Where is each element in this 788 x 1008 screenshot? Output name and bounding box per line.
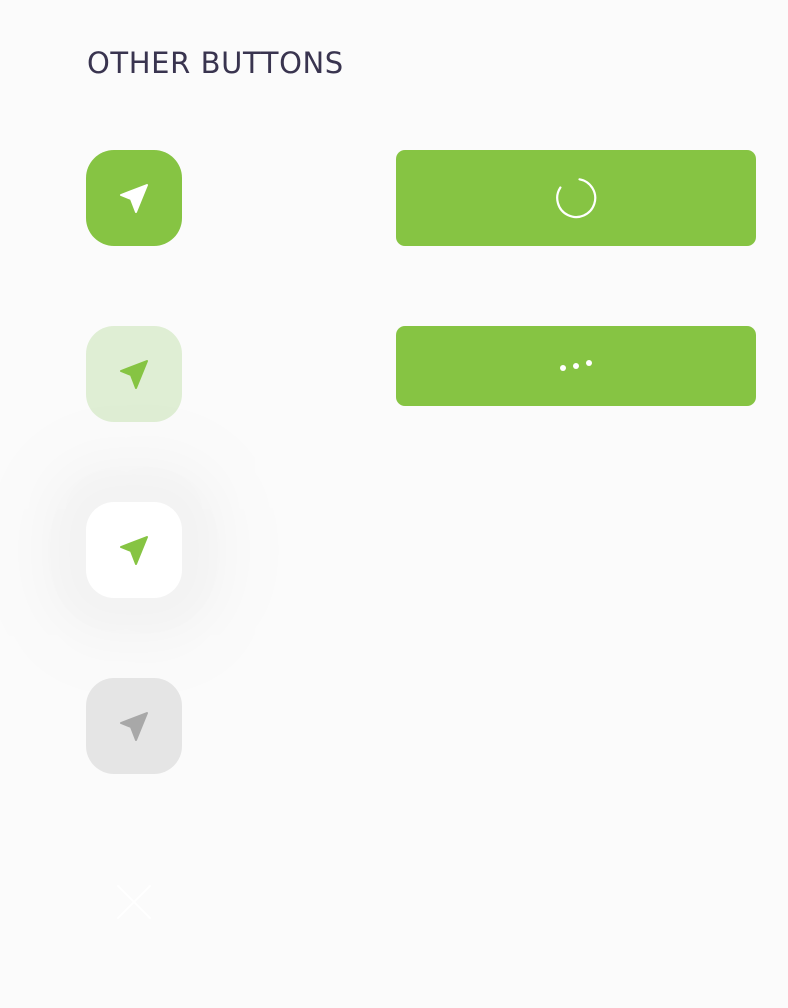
navigation-arrow-icon [120, 536, 148, 565]
send-button-primary[interactable] [86, 150, 182, 246]
navigation-arrow-icon [120, 184, 148, 213]
processing-button[interactable] [396, 326, 756, 406]
close-icon [117, 885, 151, 919]
close-button[interactable] [86, 854, 182, 950]
navigation-arrow-icon [120, 712, 148, 741]
send-button-white[interactable] [86, 502, 182, 598]
navigation-arrow-icon [120, 360, 148, 389]
loading-spinner-icon [556, 178, 597, 219]
send-button-disabled [86, 678, 182, 774]
ellipsis-dots-icon [560, 360, 592, 371]
loading-button[interactable] [396, 150, 756, 246]
send-button-soft[interactable] [86, 326, 182, 422]
section-title: OTHER BUTTONS [87, 46, 344, 80]
